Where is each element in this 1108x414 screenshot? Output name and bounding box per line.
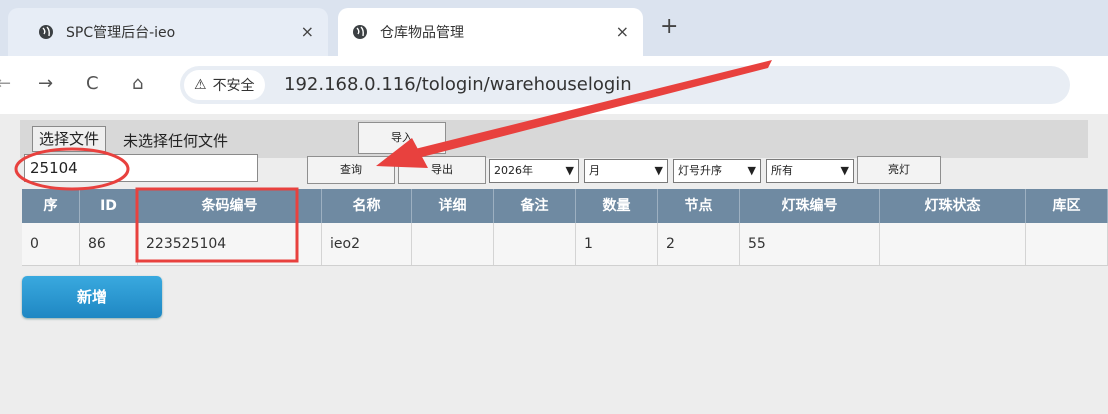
annotation-ellipse: [14, 147, 130, 191]
annotation-arrow: [415, 60, 772, 158]
annotation-overlay: [14, 60, 772, 263]
annotation-box: [135, 187, 299, 263]
